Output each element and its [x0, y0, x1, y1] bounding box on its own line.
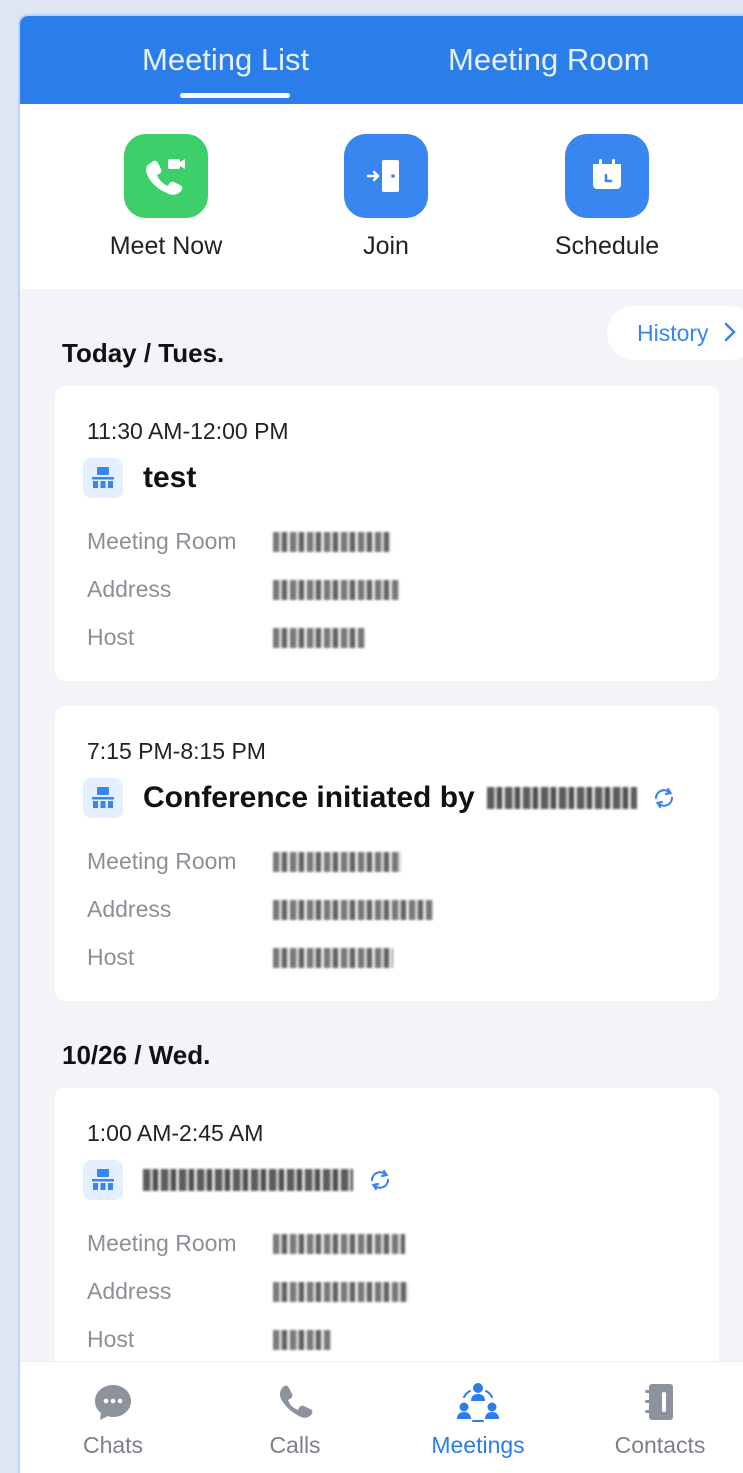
- tab-meeting-room[interactable]: Meeting Room: [448, 42, 650, 78]
- history-button[interactable]: History: [607, 306, 743, 360]
- field-label-host: Host: [87, 1326, 135, 1352]
- section-title-today: Today / Tues.: [62, 338, 225, 368]
- tab-meeting-list[interactable]: Meeting List: [142, 42, 309, 78]
- meeting-card[interactable]: 7:15 PM-8:15 PM Conference initiated by: [55, 706, 719, 1001]
- redacted-value: [273, 628, 365, 648]
- redacted-value: [273, 1234, 405, 1254]
- redacted-name: [486, 787, 637, 809]
- meeting-room-icon: [83, 458, 123, 498]
- meeting-title-row: Conference initiated by: [83, 778, 677, 818]
- app-screen: Meeting List Meeting Room Meet Now Join …: [18, 14, 743, 1473]
- bottom-nav: Chats Calls Meetings Contacts: [20, 1361, 743, 1473]
- redacted-value: [273, 948, 393, 968]
- meet-now-label: Meet Now: [109, 232, 223, 260]
- chat-bubble-icon: [48, 1380, 178, 1424]
- redacted-value: [273, 900, 433, 920]
- door-enter-icon: [344, 134, 428, 218]
- field-label-meeting-room: Meeting Room: [87, 848, 237, 874]
- nav-meetings-label: Meetings: [431, 1432, 525, 1458]
- redacted-value: [273, 580, 399, 600]
- recurring-icon: [651, 785, 677, 811]
- meeting-time: 1:00 AM-2:45 AM: [87, 1120, 264, 1146]
- redacted-value: [273, 1330, 331, 1350]
- meeting-title: test: [143, 461, 197, 494]
- field-label-meeting-room: Meeting Room: [87, 1230, 237, 1256]
- nav-calls-label: Calls: [269, 1432, 321, 1458]
- field-label-address: Address: [87, 1278, 172, 1304]
- nav-contacts-label: Contacts: [614, 1432, 706, 1458]
- field-label-address: Address: [87, 576, 172, 602]
- meeting-time: 7:15 PM-8:15 PM: [87, 738, 266, 764]
- field-label-host: Host: [87, 944, 135, 970]
- contacts-icon: [595, 1380, 725, 1424]
- meeting-title-row: test: [83, 458, 196, 498]
- nav-calls[interactable]: Calls: [230, 1380, 360, 1459]
- join-label: Join: [363, 232, 409, 260]
- recurring-icon: [367, 1167, 393, 1193]
- meeting-room-icon: [83, 778, 123, 818]
- schedule-button[interactable]: Schedule: [527, 134, 687, 261]
- field-label-address: Address: [87, 896, 172, 922]
- redacted-value: [273, 532, 391, 552]
- field-label-host: Host: [87, 624, 135, 650]
- nav-chats-label: Chats: [82, 1432, 144, 1458]
- phone-video-icon: [124, 134, 208, 218]
- calendar-icon: [565, 134, 649, 218]
- join-button[interactable]: Join: [306, 134, 466, 261]
- field-label-meeting-room: Meeting Room: [87, 528, 237, 554]
- nav-contacts[interactable]: Contacts: [595, 1380, 725, 1459]
- meeting-time: 11:30 AM-12:00 PM: [87, 418, 289, 444]
- nav-meetings[interactable]: Meetings: [413, 1380, 543, 1459]
- history-label: History: [637, 320, 709, 346]
- meetings-header: Meeting List Meeting Room: [20, 16, 743, 104]
- redacted-title: [143, 1169, 353, 1191]
- meeting-card[interactable]: 11:30 AM-12:00 PM test Meeting Room Addr…: [55, 386, 719, 681]
- meeting-card[interactable]: 1:00 AM-2:45 AM Meeting Room Address Hos…: [55, 1088, 719, 1378]
- phone-icon: [230, 1380, 360, 1424]
- meeting-room-icon: [83, 1160, 123, 1200]
- meeting-title: Conference initiated by: [143, 781, 475, 814]
- chevron-right-icon: [723, 308, 737, 362]
- active-tab-indicator: [180, 93, 290, 98]
- redacted-value: [273, 852, 401, 872]
- meetings-icon: [413, 1380, 543, 1424]
- nav-chats[interactable]: Chats: [48, 1380, 178, 1459]
- redacted-value: [273, 1282, 409, 1302]
- section-title-date: 10/26 / Wed.: [62, 1040, 211, 1070]
- quick-actions: Meet Now Join Schedule: [20, 104, 743, 289]
- meet-now-button[interactable]: Meet Now: [86, 134, 246, 261]
- schedule-label: Schedule: [554, 232, 660, 260]
- meeting-title-row: [83, 1160, 393, 1200]
